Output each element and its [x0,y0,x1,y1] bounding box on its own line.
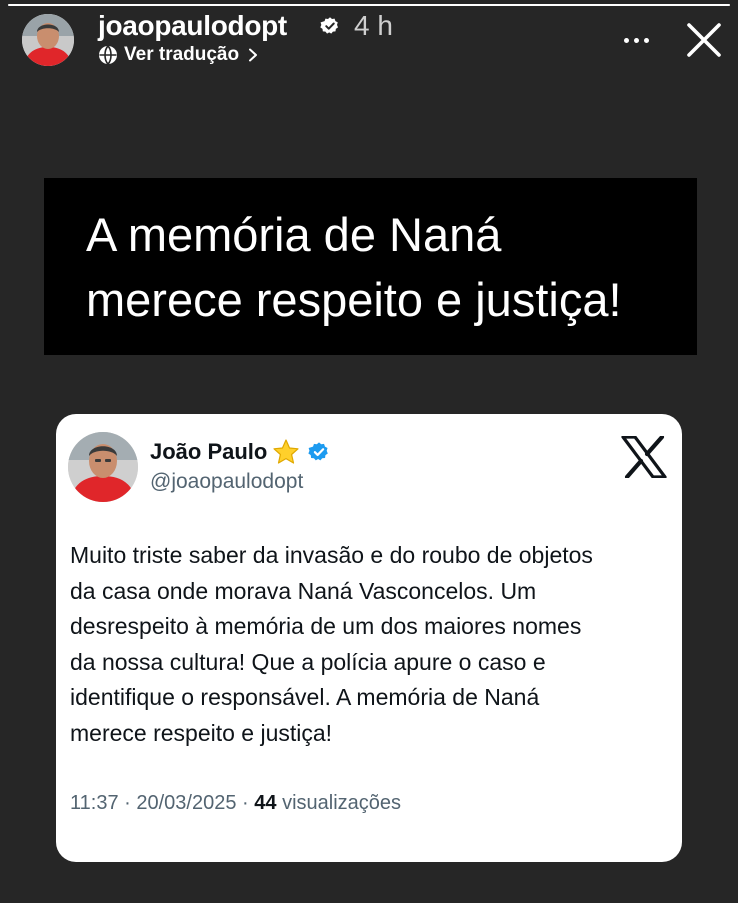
story-time: 4 h [354,10,393,41]
tweet-text-line: da casa onde morava Naná Vasconcelos. Um [70,577,537,604]
banner-line: A memória de Naná [86,208,502,261]
story-header: joaopaulodopt 4 h Ver tradução [0,0,738,80]
x-logo-icon [621,436,667,478]
banner-line: merece respeito e justiça! [86,273,622,326]
avatar[interactable] [22,14,74,66]
tweet-views-count: 44 [254,792,277,814]
tweet-text-line: Muito triste saber da invasão e do roubo… [70,542,593,568]
globe-icon [99,45,117,65]
meta-separator: · [242,792,249,814]
more-dot [623,37,629,43]
verified-icon [320,17,338,34]
more-dot [633,37,639,43]
tweet-text-line: desrespeito à memória de um dos maiores … [70,613,582,640]
tweet-views-label: visualizações [282,792,402,814]
chevron-right-icon [249,48,258,62]
tweet-text-line: merece respeito e justiça! [70,719,333,746]
tweet-date: 20/03/2025 [136,792,237,814]
tweet-text-line: identifique o responsável. A memória de … [70,684,540,711]
verified-icon [308,442,328,461]
close-icon[interactable] [686,22,722,58]
see-translation-link[interactable]: Ver tradução [98,44,259,66]
meta-separator: · [124,792,131,814]
tweet-card[interactable]: João Paulo @joaopaulodopt Muito triste s… [56,414,682,862]
tweet-text-line: da nossa cultura! Que a polícia apure o … [70,648,546,675]
more-options-icon[interactable] [618,28,654,52]
tweet-text: Muito triste saber da invasão e do roubo… [70,538,680,752]
see-translation-label: Ver tradução [124,44,240,65]
star-icon [273,439,299,464]
tweet-author-name: João Paulo [150,439,268,464]
story-username[interactable]: joaopaulodopt [98,10,287,42]
tweet-time: 11:37 [70,792,119,814]
story-text-banner: A memória de Naná merece respeito e just… [44,178,697,355]
more-dot [643,37,649,43]
tweet-author-handle: @joaopaulodopt [150,470,304,493]
tweet-author-avatar [68,432,138,502]
tweet-meta: 11:37 · 20/03/2025 · 44 visualizações [70,792,401,815]
